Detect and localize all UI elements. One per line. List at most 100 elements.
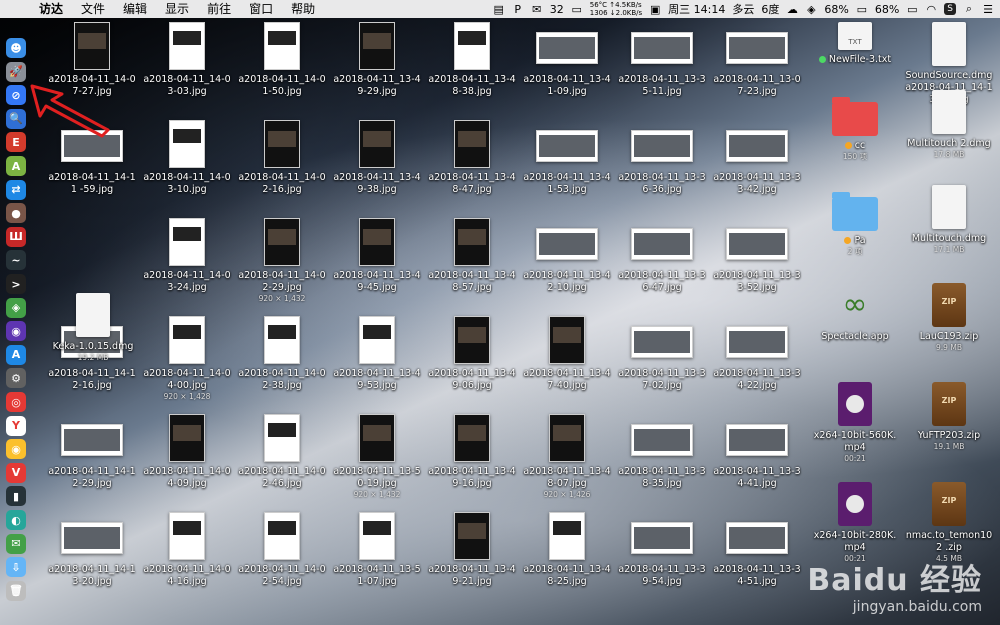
desktop-file[interactable]: a2018-04-11_13-4 8-57.jpg — [427, 218, 517, 294]
desktop-file[interactable]: a2018-04-11_13-3 8-35.jpg — [617, 414, 707, 490]
display-icon[interactable]: ▭ — [571, 3, 583, 16]
desktop-file[interactable]: a2018-04-11_13-4 2-10.jpg — [522, 218, 612, 294]
desktop-file[interactable]: a2018-04-11_14-0 4-00.jpg 920 × 1,428 — [142, 316, 232, 401]
cloud-icon[interactable]: ☁ — [786, 3, 798, 16]
parking-icon[interactable]: P — [512, 3, 524, 16]
terminal2-icon[interactable]: ▮ — [6, 486, 26, 507]
desktop-item[interactable]: Multitouch 2.dmg 17.8 MB — [904, 90, 994, 159]
desktop-item[interactable]: Pa 2 项 — [810, 185, 900, 256]
contacts-icon[interactable]: ▤ — [493, 3, 505, 16]
menu-go[interactable]: 前往 — [198, 0, 240, 18]
desktop-file[interactable]: a2018-04-11_13-3 7-02.jpg — [617, 316, 707, 392]
battery-percent-2[interactable]: 68% — [875, 3, 899, 16]
app-bars-icon[interactable]: Ш — [6, 226, 26, 247]
desktop-file[interactable]: a2018-04-11_13-3 3-52.jpg — [712, 218, 802, 294]
netease-music-icon[interactable]: ◎ — [6, 392, 26, 412]
keka-dmg-file[interactable]: Keka-1.0.15.dmg 19.2 MB — [48, 293, 138, 362]
vivaldi-icon[interactable]: V — [6, 462, 26, 483]
desktop-file[interactable]: a2018-04-11_13-4 9-53.jpg — [332, 316, 422, 392]
menu-finder[interactable]: 访达 — [30, 0, 72, 18]
desktop-item[interactable]: ZIP nmac.to_temon102 .zip 4.5 MB — [904, 482, 994, 563]
desktop-file[interactable]: a2018-04-11_14-0 3-24.jpg — [142, 218, 232, 294]
siri-icon[interactable]: ◉ — [6, 321, 26, 342]
desktop-file[interactable]: a2018-04-11_14-0 4-09.jpg — [142, 414, 232, 490]
weather[interactable]: 多云 — [732, 1, 754, 17]
network-speed[interactable]: 56°C ↑4.5KB/s 1306 ↓2.0KB/s — [590, 1, 642, 17]
app-brown-icon[interactable]: ● — [6, 203, 26, 224]
wifi-icon[interactable]: ◠ — [925, 3, 937, 16]
wechat-count[interactable]: 32 — [550, 3, 564, 16]
menu-edit[interactable]: 编辑 — [114, 0, 156, 18]
desktop-file[interactable]: a2018-04-11_14-0 3-03.jpg — [142, 22, 232, 98]
desktop-file[interactable]: a2018-04-11_13-3 9-54.jpg — [617, 512, 707, 588]
desktop-file[interactable]: a2018-04-11_14-1 3-20.jpg — [47, 512, 137, 588]
desktop-file[interactable]: a2018-04-11_13-3 4-41.jpg — [712, 414, 802, 490]
desktop-file[interactable]: a2018-04-11_13-3 6-47.jpg — [617, 218, 707, 294]
desktop-file[interactable]: a2018-04-11_13-3 4-22.jpg — [712, 316, 802, 392]
terminal-icon[interactable]: > — [6, 274, 26, 294]
notification-center-icon[interactable]: ☰ — [982, 3, 994, 16]
desktop-file[interactable]: a2018-04-11_13-4 1-53.jpg — [522, 120, 612, 196]
desktop-file[interactable]: a2018-04-11_13-4 7-40.jpg — [522, 316, 612, 392]
wechat-status-icon[interactable]: ✉ — [531, 3, 543, 16]
desktop-file[interactable]: a2018-04-11_14-0 2-38.jpg — [237, 316, 327, 392]
maps-icon[interactable]: ◈ — [6, 297, 26, 318]
desktop-file[interactable]: a2018-04-11_13-4 9-29.jpg — [332, 22, 422, 98]
desktop-file[interactable]: a2018-04-11_13-4 8-47.jpg — [427, 120, 517, 196]
desktop-file[interactable]: a2018-04-11_14-0 2-29.jpg 920 × 1,432 — [237, 218, 327, 303]
desktop-file[interactable]: a2018-04-11_13-4 9-38.jpg — [332, 120, 422, 196]
menu-view[interactable]: 显示 — [156, 0, 198, 18]
search-icon[interactable]: ⌕ — [963, 2, 975, 16]
desktop-file[interactable]: a2018-04-11_13-4 8-38.jpg — [427, 22, 517, 98]
chrome-icon[interactable]: ◉ — [6, 439, 26, 460]
desktop-item[interactable]: ZIP LauC193.zip 9.9 MB — [904, 283, 994, 352]
desktop-file[interactable]: a2018-04-11_13-4 1-09.jpg — [522, 22, 612, 98]
desktop-file[interactable]: a2018-04-11_13-5 1-07.jpg — [332, 512, 422, 588]
desktop-item[interactable]: x264-10bit-560K. mp4 00:21 — [810, 382, 900, 463]
battery-icon[interactable]: ▭ — [856, 3, 868, 16]
battery-icon-2[interactable]: ▭ — [906, 3, 918, 16]
menu-help[interactable]: 帮助 — [282, 0, 324, 18]
desktop-file[interactable]: a2018-04-11_13-4 8-07.jpg 920 × 1,426 — [522, 414, 612, 499]
desktop-file[interactable]: a2018-04-11_13-5 0-19.jpg 920 × 1,432 — [332, 414, 422, 499]
desktop-item[interactable]: ∞ Spectacle.app — [810, 283, 900, 343]
desktop-file[interactable]: a2018-04-11_13-3 5-11.jpg — [617, 22, 707, 98]
app-teal-icon[interactable]: ◐ — [6, 510, 26, 530]
desktop-file[interactable]: a2018-04-11_13-4 8-25.jpg — [522, 512, 612, 588]
desktop-file[interactable]: a2018-04-11_13-4 9-45.jpg — [332, 218, 422, 294]
desktop-file[interactable]: a2018-04-11_14-0 2-54.jpg — [237, 512, 327, 588]
settings-icon[interactable]: ⚙ — [6, 368, 26, 389]
weather-temp[interactable]: 6度 — [761, 1, 779, 17]
battery-app-icon[interactable]: ◈ — [805, 3, 817, 16]
finder-icon[interactable]: ☻ — [6, 38, 26, 58]
image-icon[interactable]: ▣ — [649, 3, 661, 16]
date-time[interactable]: 周三 14:14 — [668, 1, 725, 17]
desktop-item[interactable]: ZIP YuFTP203.zip 19.1 MB — [904, 382, 994, 451]
desktop-item[interactable]: Multitouch.dmg 17.1 MB — [904, 185, 994, 254]
menu-window[interactable]: 窗口 — [240, 0, 282, 18]
desktop-file[interactable]: a2018-04-11_13-4 9-16.jpg — [427, 414, 517, 490]
launchpad-icon[interactable]: 🚀 — [6, 61, 26, 82]
preview-icon[interactable]: 🔍 — [6, 108, 26, 129]
desktop-file[interactable]: a2018-04-11_13-4 9-06.jpg — [427, 316, 517, 392]
desktop-file[interactable]: a2018-04-11_14-0 2-16.jpg — [237, 120, 327, 196]
s-app-icon[interactable]: S — [944, 3, 956, 15]
safari-icon[interactable]: ⊘ — [6, 85, 26, 106]
desktop-file[interactable]: a2018-04-11_14-1 2-29.jpg — [47, 414, 137, 490]
battery-percent-1[interactable]: 68% — [824, 3, 848, 16]
desktop-file[interactable]: a2018-04-11_13-0 7-23.jpg — [712, 22, 802, 98]
menu-file[interactable]: 文件 — [72, 0, 114, 18]
activity-icon[interactable]: ~ — [6, 250, 26, 271]
desktop-file[interactable]: a2018-04-11_14-0 4-16.jpg — [142, 512, 232, 588]
wechat-icon[interactable]: ✉ — [6, 533, 26, 554]
desktop-file[interactable]: a2018-04-11_14-0 3-10.jpg — [142, 120, 232, 196]
desktop-file[interactable]: a2018-04-11_14-0 1-50.jpg — [237, 22, 327, 98]
desktop-file[interactable]: a2018-04-11_13-3 4-51.jpg — [712, 512, 802, 588]
desktop-file[interactable]: a2018-04-11_13-3 6-36.jpg — [617, 120, 707, 196]
desktop-item[interactable]: cc 150 项 — [810, 90, 900, 161]
desktop-file[interactable]: a2018-04-11_14-0 2-46.jpg — [237, 414, 327, 490]
app-red-icon[interactable]: E — [6, 132, 26, 153]
teamviewer-icon[interactable]: ⇄ — [6, 179, 26, 200]
desktop-file[interactable]: a2018-04-11_13-4 9-21.jpg — [427, 512, 517, 588]
yandex-icon[interactable]: Y — [6, 415, 26, 436]
